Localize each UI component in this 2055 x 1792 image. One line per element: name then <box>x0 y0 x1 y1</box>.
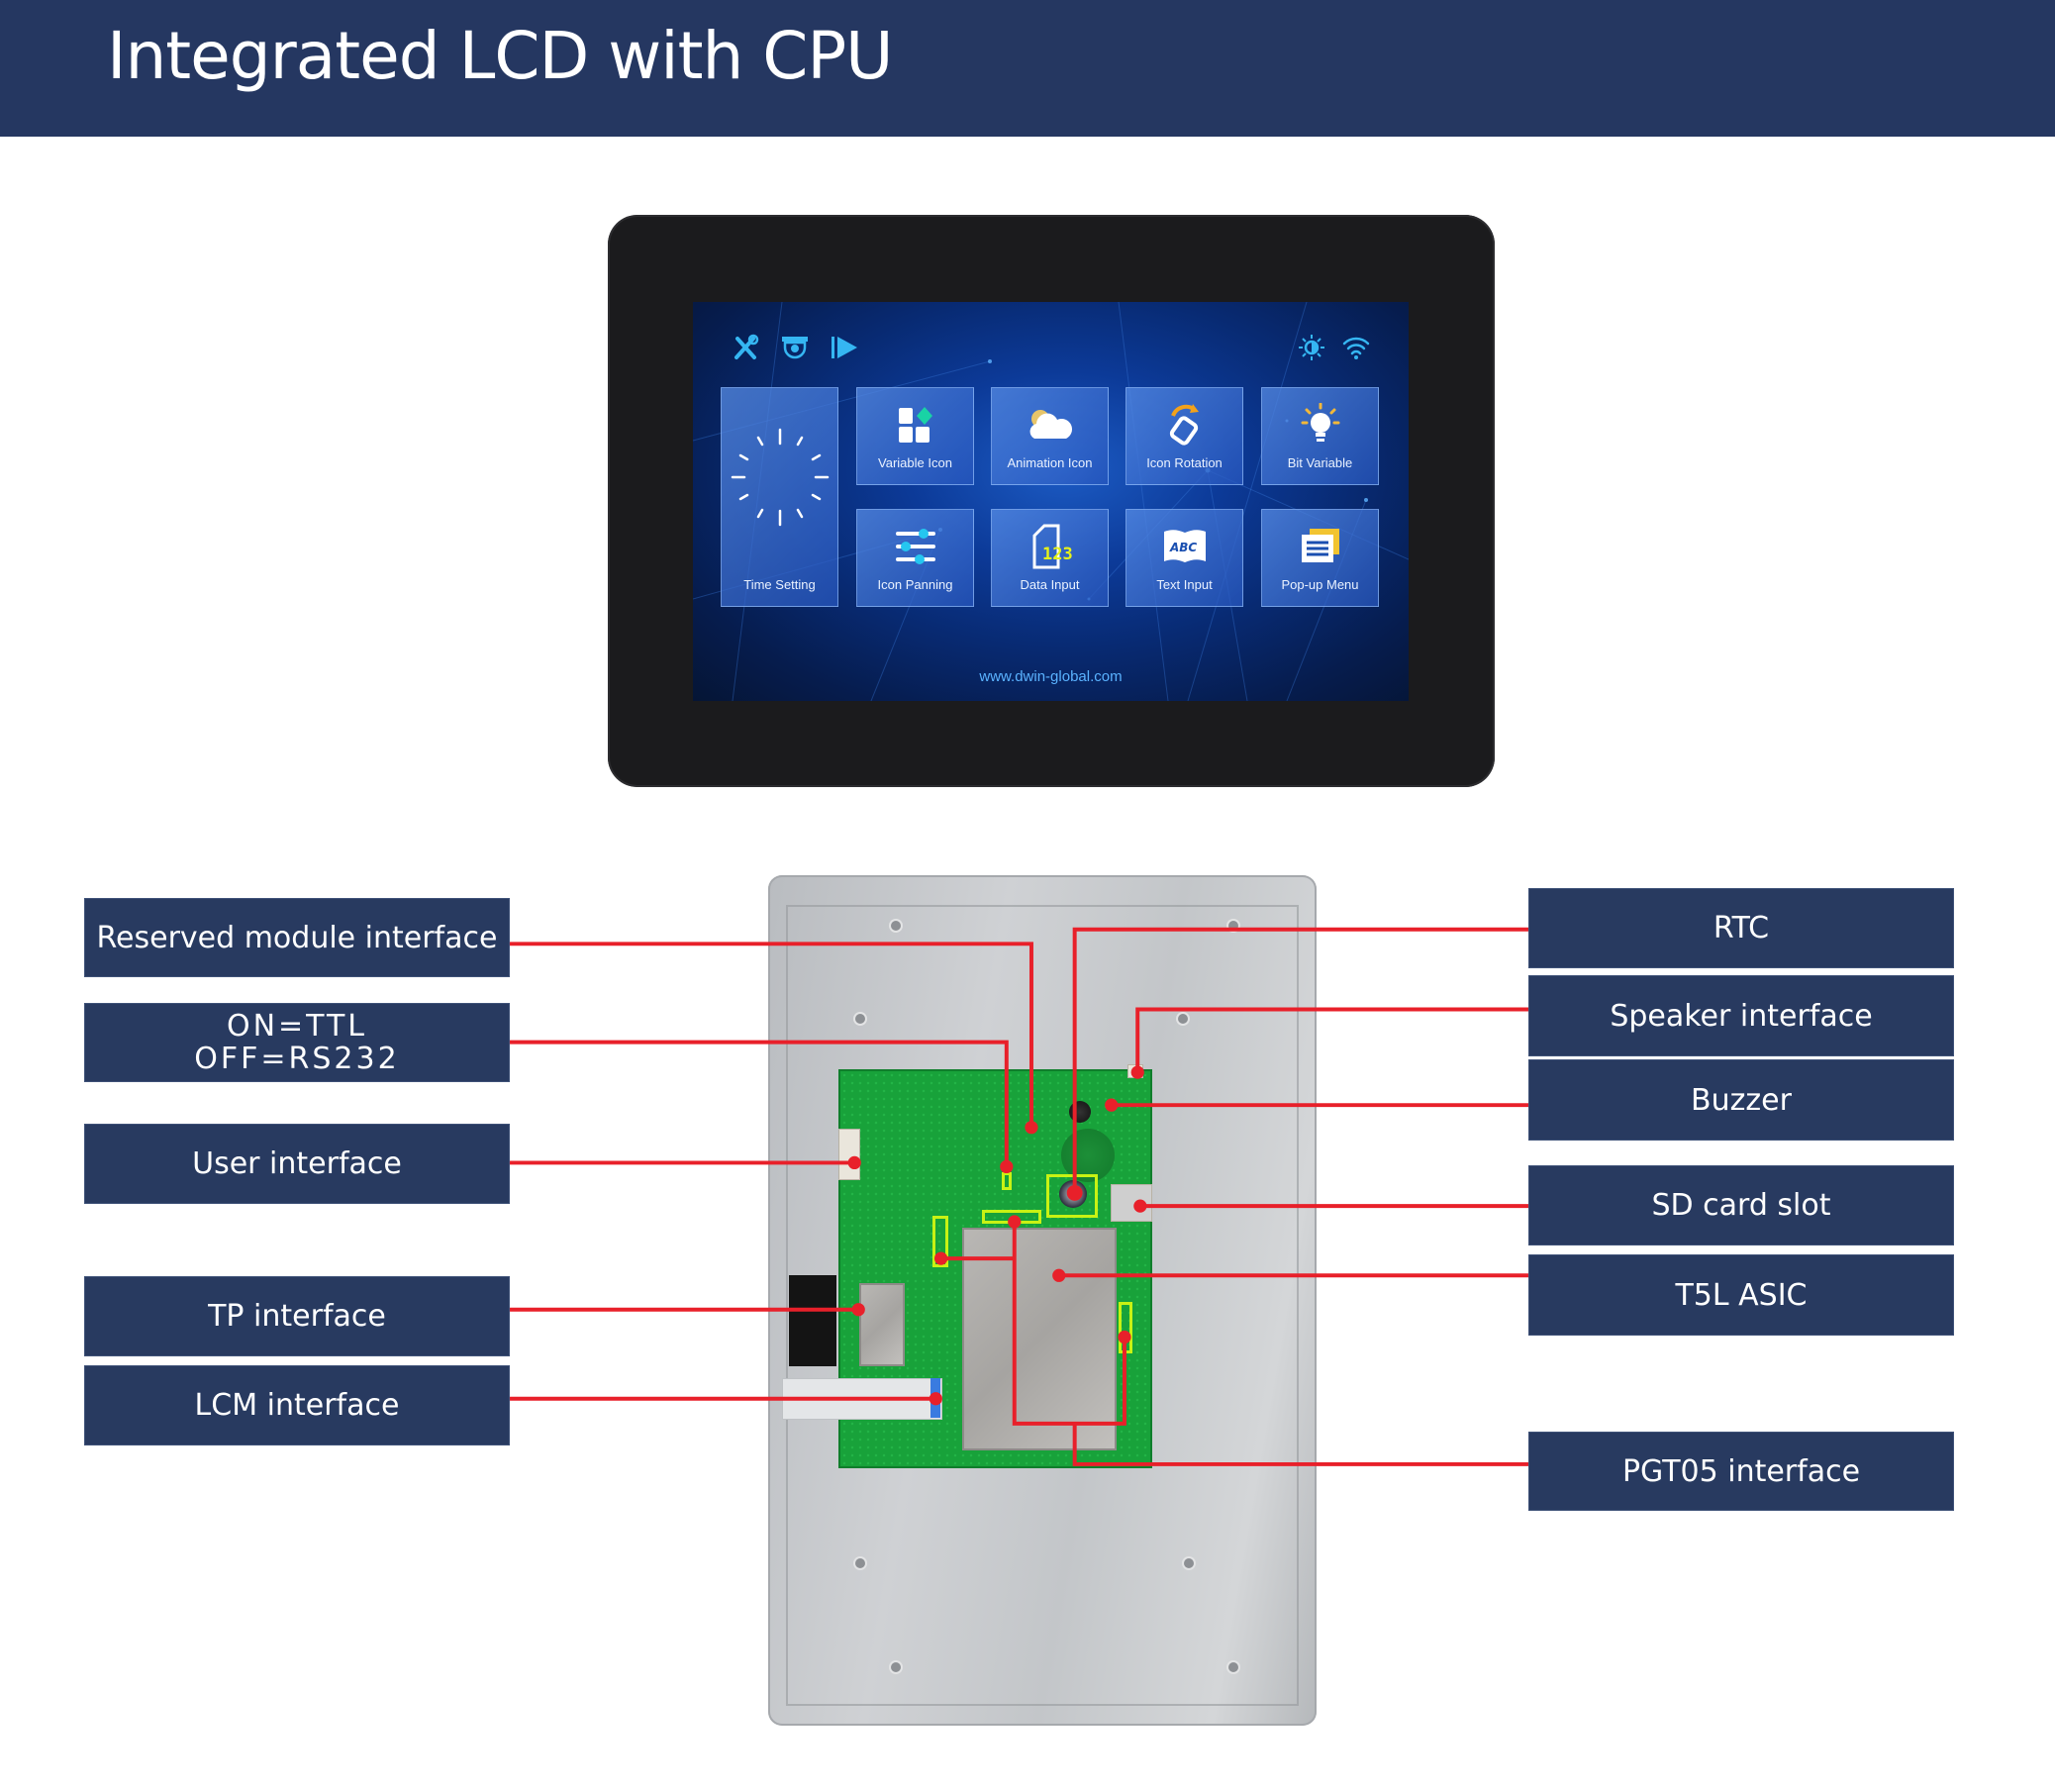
line-ttl <box>508 1040 1009 1167</box>
callout-tp-interface: TP interface <box>85 1277 509 1355</box>
callout-lcm-interface: LCM interface <box>85 1366 509 1444</box>
dot-tp <box>851 1303 865 1317</box>
dot-ttl <box>1000 1159 1014 1174</box>
callout-reserved-module-interface: Reserved module interface <box>85 899 509 976</box>
callout-label: Reserved module interface <box>96 920 498 955</box>
line-reserved <box>508 942 1033 1128</box>
dot-pgt05-right <box>1118 1330 1131 1344</box>
dot-t5l <box>1052 1268 1066 1282</box>
callout-label-line1: ON=TTL <box>226 1009 368 1044</box>
callout-label: PGT05 interface <box>1621 1453 1861 1489</box>
dot-pgt05-top <box>1008 1215 1022 1229</box>
callout-speaker-interface: Speaker interface <box>1529 976 1953 1055</box>
line-rtc <box>1072 927 1530 1193</box>
callout-ttl-rs232-switch: ON=TTL OFF=RS232 <box>85 1004 509 1081</box>
callout-t5l-asic: T5L ASIC <box>1529 1255 1953 1335</box>
callout-pgt05-interface: PGT05 interface <box>1529 1433 1953 1510</box>
dot-speaker <box>1130 1065 1144 1079</box>
dot-reserved <box>1025 1121 1038 1135</box>
callout-label: RTC <box>1712 911 1770 946</box>
dot-lcm <box>929 1392 942 1406</box>
callout-label: LCM interface <box>194 1388 400 1423</box>
dot-pgt05-left <box>933 1251 948 1265</box>
callout-label: User interface <box>192 1146 402 1181</box>
callout-label: Buzzer <box>1691 1082 1792 1118</box>
callout-label: T5L ASIC <box>1675 1277 1808 1313</box>
dot-rtc <box>1066 1184 1083 1201</box>
callout-label: TP interface <box>208 1299 386 1334</box>
callout-label: Speaker interface <box>1610 998 1873 1034</box>
dot-user <box>847 1155 861 1170</box>
dot-sd <box>1133 1199 1147 1213</box>
callout-rtc: RTC <box>1529 889 1953 967</box>
line-pgt05 <box>1072 1423 1530 1466</box>
callout-buzzer: Buzzer <box>1529 1060 1953 1140</box>
callout-label-line2: OFF=RS232 <box>194 1042 400 1076</box>
callout-label: SD card slot <box>1651 1188 1831 1223</box>
line-speaker <box>1135 1007 1530 1073</box>
callout-sd-card-slot: SD card slot <box>1529 1166 1953 1244</box>
line-pgt05-bracket <box>1012 1222 1126 1426</box>
dot-buzzer <box>1105 1098 1119 1112</box>
callout-user-interface: User interface <box>85 1125 509 1203</box>
